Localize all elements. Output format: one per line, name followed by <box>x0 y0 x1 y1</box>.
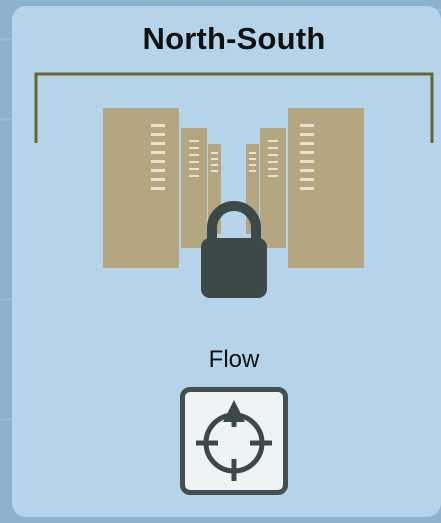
server-rack-right <box>288 108 364 268</box>
lock-icon <box>201 201 267 298</box>
server-rack-right-middle <box>260 128 286 248</box>
flow-label: Flow <box>208 346 260 373</box>
server-rack-left-middle <box>181 128 207 248</box>
flow-button[interactable] <box>180 387 288 495</box>
server-rack-left <box>103 108 179 268</box>
crosshair-target-icon <box>196 400 272 481</box>
